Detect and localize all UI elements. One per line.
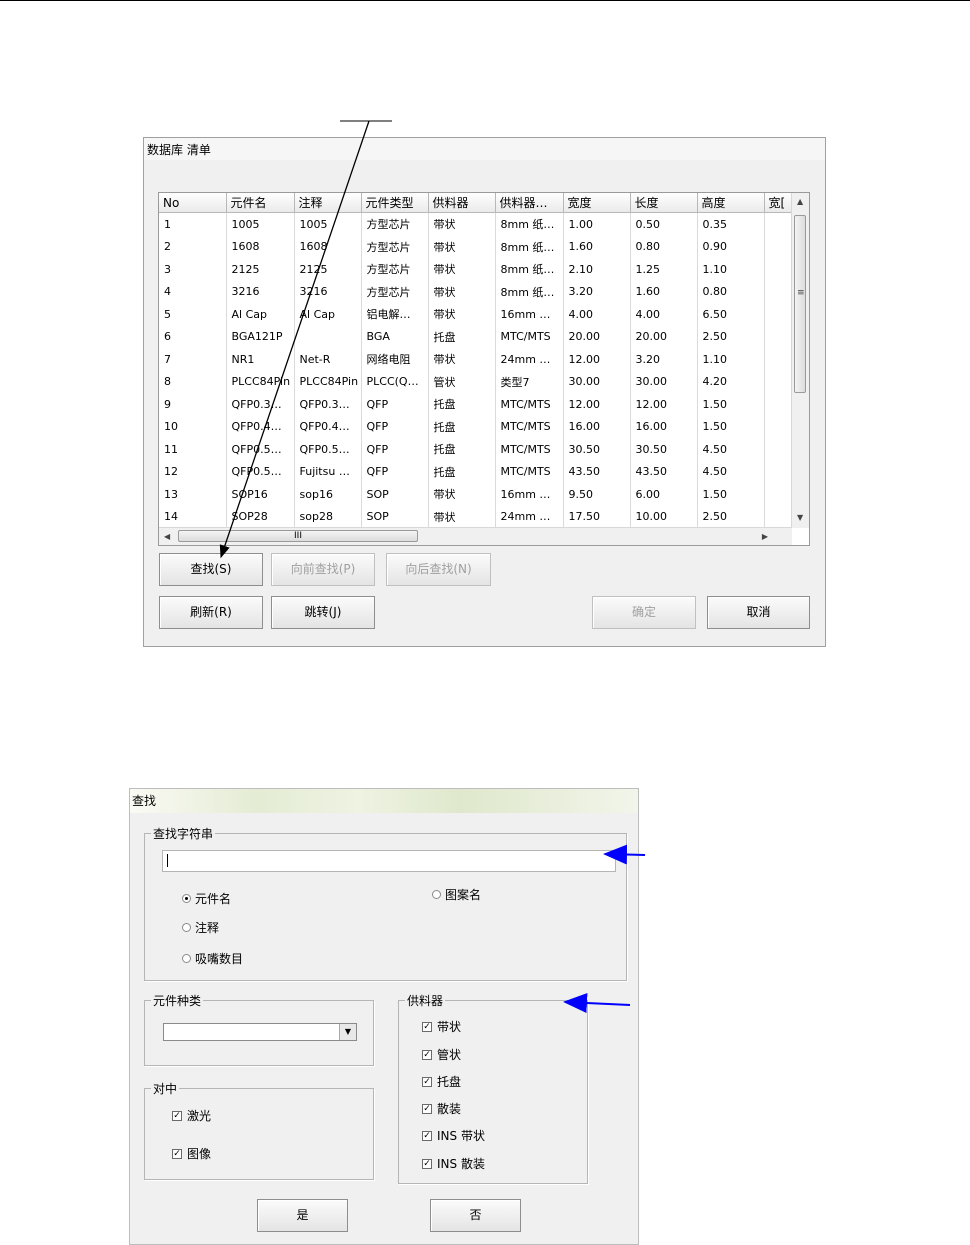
- blue-arrow-feeder-group: [563, 993, 631, 1014]
- blue-arrow-search-field: [603, 844, 646, 865]
- pointer-arrow: [219, 120, 370, 559]
- annotation-overlay: [219, 120, 646, 1014]
